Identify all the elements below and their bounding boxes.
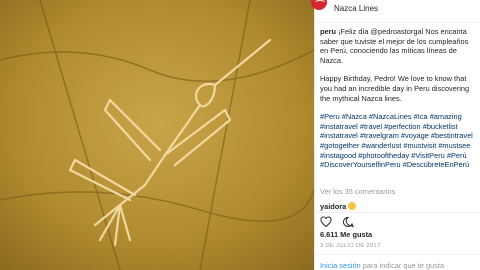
caption: peru ¡Feliz día @pedroastorgal Nos encan… [320, 27, 478, 170]
post-header: Nazca Lines [311, 0, 480, 23]
caption-spanish-text: ¡Feliz día @pedroastorgal Nos encanta sa… [320, 27, 469, 65]
caption-hashtags[interactable]: #Peru #Nazca #NazcaLines #Ica #amazing #… [320, 112, 478, 170]
login-prompt-text: para indicar que te gusta [360, 261, 445, 270]
comment: yaidora [320, 202, 357, 211]
comment-icon[interactable] [342, 216, 355, 228]
divider [315, 254, 480, 255]
likes-count[interactable]: 6.611 Me gusta [320, 230, 372, 239]
emoji-icon [348, 202, 357, 210]
caption-english: Happy Birthday, Pedro! We love to know t… [320, 74, 470, 103]
login-link[interactable]: Inicia sesión [320, 261, 361, 270]
nazca-hummingbird-image [0, 0, 314, 270]
location-link[interactable]: Nazca Lines [334, 4, 378, 13]
heart-icon[interactable] [320, 216, 332, 228]
caption-spanish: peru ¡Feliz día @pedroastorgal Nos encan… [320, 27, 478, 65]
avatar[interactable] [311, 0, 327, 10]
action-bar [320, 215, 360, 229]
post-details-panel: Nazca Lines peru ¡Feliz día @pedroastorg… [311, 0, 480, 270]
view-all-comments-link[interactable]: Ver los 35 comentarios [320, 187, 395, 196]
caption-username[interactable]: peru [320, 27, 336, 36]
post-photo[interactable] [0, 0, 314, 270]
comment-username[interactable]: yaidora [320, 202, 346, 211]
post-date: 3 DE JULIO DE 2017 [320, 243, 381, 249]
login-prompt: Inicia sesión para indicar que te gusta [320, 261, 444, 270]
divider [315, 212, 480, 213]
